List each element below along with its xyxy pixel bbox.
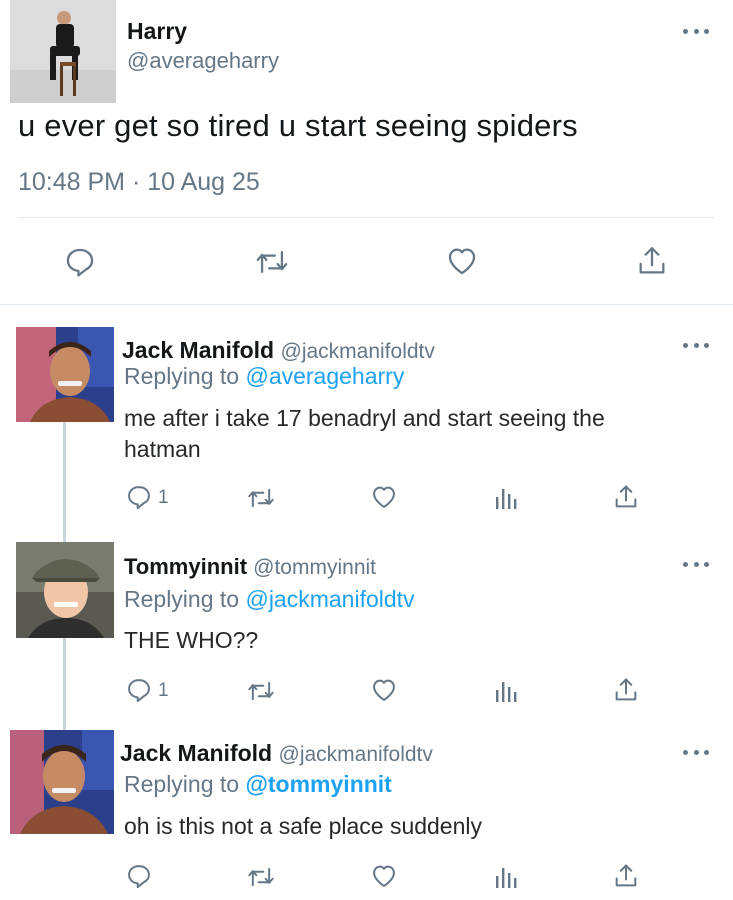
- reply-header: Jack Manifold @jackmanifoldtv: [122, 337, 435, 364]
- reply-icon[interactable]: [124, 675, 154, 705]
- avatar[interactable]: [16, 542, 114, 638]
- retweet-icon[interactable]: [244, 483, 278, 513]
- reply-count: 1: [158, 680, 169, 701]
- tweet-text-line: THE WHO??: [124, 627, 259, 653]
- share-icon[interactable]: [634, 242, 670, 280]
- like-icon[interactable]: [368, 861, 400, 891]
- tweet-text-line: oh is this not a safe place suddenly: [124, 813, 483, 839]
- avatar[interactable]: [10, 0, 116, 103]
- user-name[interactable]: Tommyinnit: [124, 554, 247, 579]
- tweet-text-line: hatman: [124, 436, 201, 462]
- user-name[interactable]: Jack Manifold: [120, 740, 272, 766]
- more-options-icon[interactable]: [683, 557, 709, 571]
- share-icon[interactable]: [610, 481, 642, 513]
- tweet-text: THE WHO??: [124, 625, 258, 656]
- more-options-icon[interactable]: [683, 338, 709, 352]
- like-icon[interactable]: [368, 675, 400, 705]
- replying-to-handle[interactable]: @jackmanifoldtv: [245, 586, 414, 612]
- analytics-icon[interactable]: [492, 484, 520, 512]
- user-handle[interactable]: @jackmanifoldtv: [281, 340, 435, 363]
- avatar[interactable]: [10, 730, 114, 834]
- like-icon[interactable]: [368, 482, 400, 512]
- retweet-icon[interactable]: [244, 676, 278, 706]
- tweet-text-line: me after i take 17 benadryl and start se…: [124, 405, 605, 431]
- analytics-icon[interactable]: [492, 677, 520, 705]
- avatar[interactable]: [16, 327, 114, 422]
- replying-to-label: Replying to: [124, 363, 240, 389]
- user-name[interactable]: Jack Manifold: [122, 337, 274, 363]
- analytics-icon[interactable]: [492, 863, 520, 891]
- replying-to: Replying to @tommyinnit: [124, 771, 392, 798]
- tweet-text: u ever get so tired u start seeing spide…: [18, 108, 578, 143]
- user-handle[interactable]: @averageharry: [127, 48, 279, 74]
- user-handle[interactable]: @jackmanifoldtv: [279, 743, 433, 766]
- divider: [0, 304, 733, 305]
- replying-to: Replying to @averageharry: [124, 363, 404, 390]
- divider: [18, 217, 715, 218]
- reply-icon[interactable]: [124, 482, 154, 512]
- more-options-icon[interactable]: [683, 24, 709, 38]
- share-icon[interactable]: [610, 674, 642, 706]
- user-handle[interactable]: @tommyinnit: [253, 556, 376, 579]
- replying-to: Replying to @jackmanifoldtv: [124, 586, 415, 613]
- replying-to-label: Replying to: [124, 586, 240, 612]
- replying-to-handle[interactable]: @tommyinnit: [245, 771, 391, 797]
- tweet-timestamp[interactable]: 10:48 PM · 10 Aug 25: [18, 168, 260, 197]
- share-icon[interactable]: [610, 860, 642, 892]
- reply-icon[interactable]: [124, 861, 154, 891]
- replying-to-handle[interactable]: @averageharry: [245, 363, 404, 389]
- tweet-text: oh is this not a safe place suddenly: [124, 811, 482, 842]
- reply-header: Tommyinnit @tommyinnit: [124, 554, 376, 580]
- reply-count: 1: [158, 487, 169, 508]
- reply-icon[interactable]: [62, 244, 98, 280]
- retweet-icon[interactable]: [252, 244, 292, 280]
- retweet-icon[interactable]: [244, 862, 278, 892]
- like-icon[interactable]: [443, 243, 481, 279]
- more-options-icon[interactable]: [683, 745, 709, 759]
- reply-header: Jack Manifold @jackmanifoldtv: [120, 740, 433, 767]
- user-name[interactable]: Harry: [127, 18, 187, 45]
- replying-to-label: Replying to: [124, 771, 240, 797]
- tweet-text: me after i take 17 benadryl and start se…: [124, 403, 605, 465]
